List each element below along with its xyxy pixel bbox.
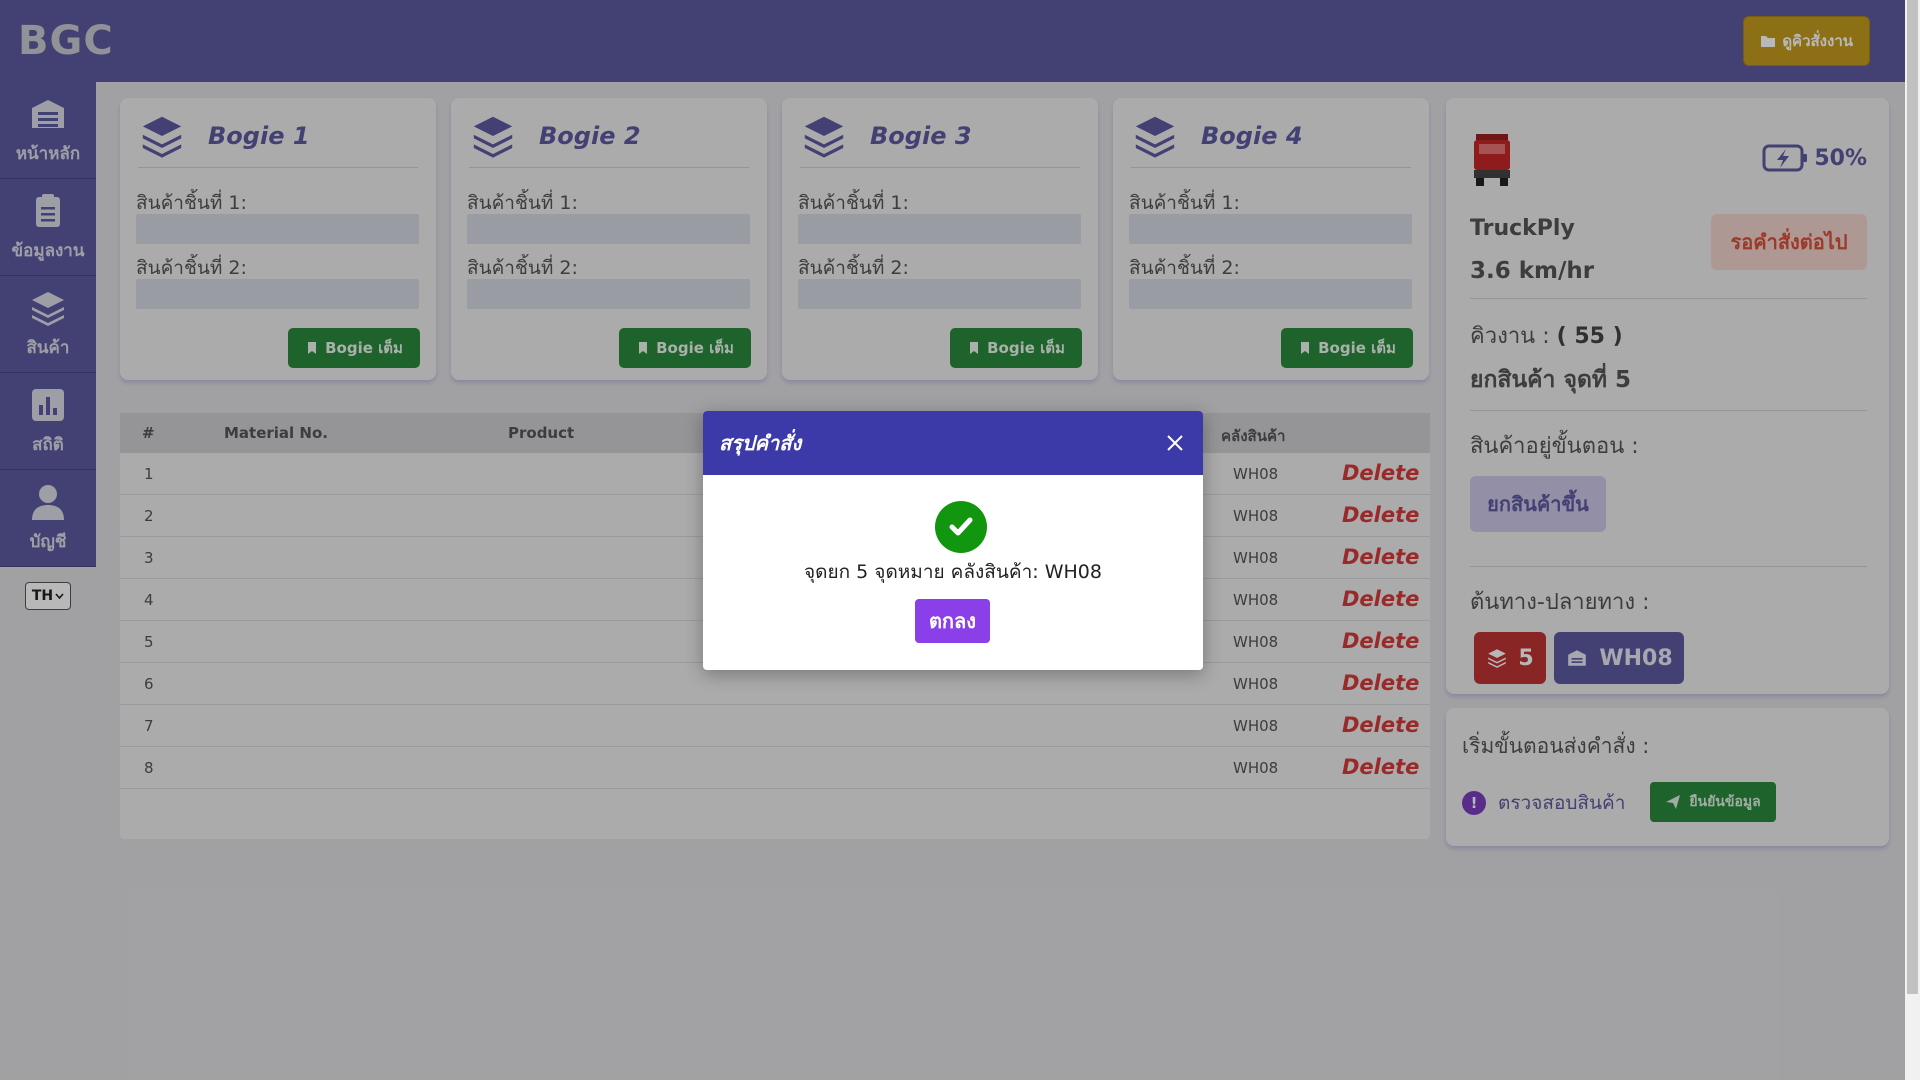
ok-button[interactable]: ตกลง — [915, 599, 990, 643]
modal-header: สรุปคำสั่ง — [703, 411, 1203, 475]
modal-message: จุดยก 5 จุดหมาย คลังสินค้า: WH08 — [804, 561, 1102, 583]
success-check-icon — [935, 501, 987, 553]
summary-modal: สรุปคำสั่ง จุดยก 5 จุดหมาย คลังสินค้า: W… — [703, 411, 1203, 670]
close-button[interactable] — [1165, 433, 1185, 453]
scrollbar-thumb[interactable] — [1907, 0, 1918, 994]
modal-title: สรุปคำสั่ง — [719, 431, 802, 455]
close-icon — [1167, 435, 1183, 451]
scrollbar[interactable] — [1905, 0, 1920, 1080]
